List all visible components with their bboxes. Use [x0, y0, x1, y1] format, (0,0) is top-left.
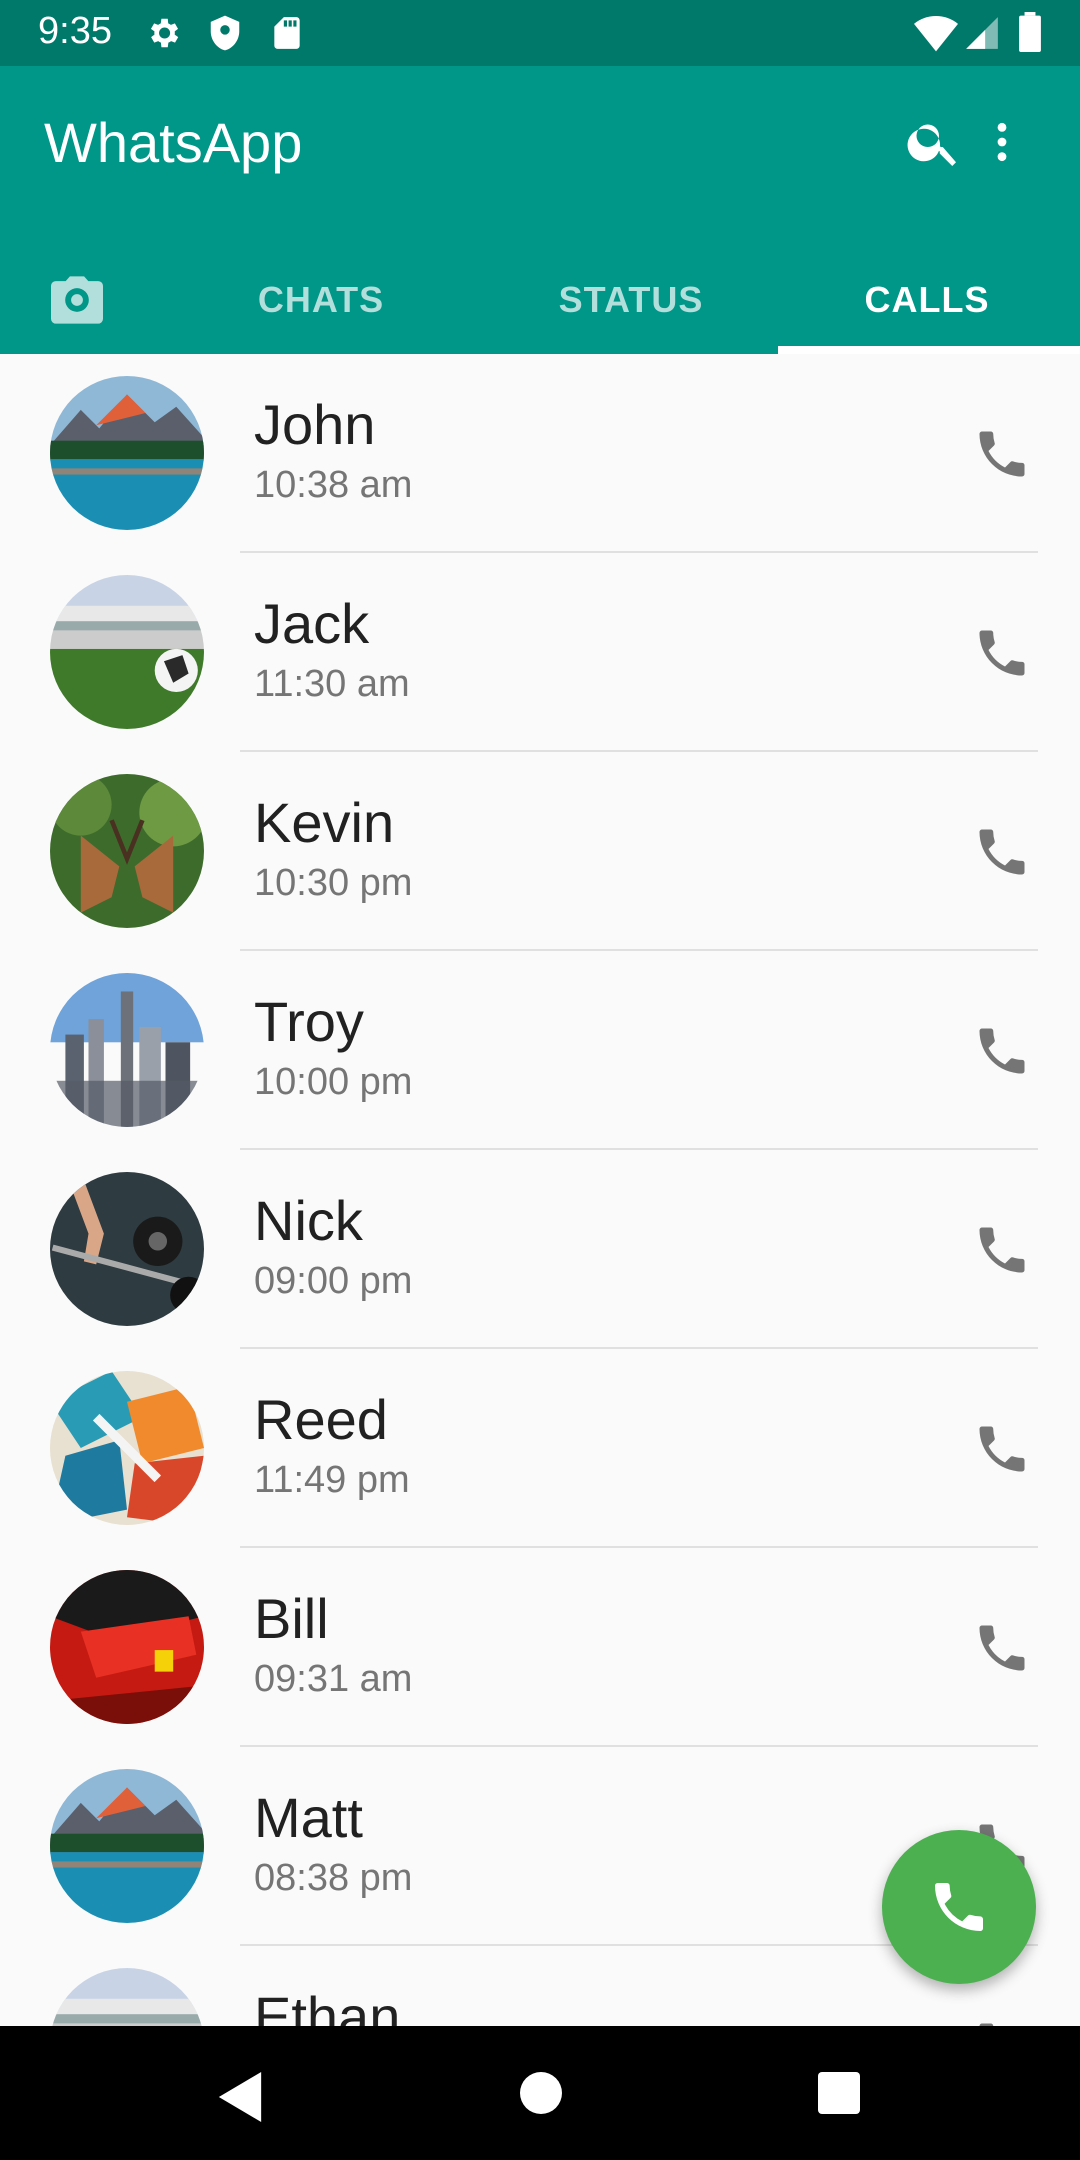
- tab-camera[interactable]: [0, 246, 154, 354]
- home-icon[interactable]: [520, 2072, 562, 2114]
- call-time: 10:00 pm: [254, 1061, 413, 1103]
- call-row[interactable]: Jack 11:30 am: [0, 553, 1080, 752]
- tab-bar: CHATS STATUS CALLS: [0, 246, 1080, 354]
- avatar[interactable]: [50, 575, 204, 729]
- search-icon[interactable]: [904, 112, 964, 172]
- phone-icon[interactable]: [972, 1220, 1032, 1280]
- app-bar: WhatsApp CHATS STATUS CALLS: [0, 66, 1080, 354]
- contact-name: Matt: [254, 1786, 363, 1849]
- avatar[interactable]: [50, 1968, 204, 2026]
- status-time: 9:35: [38, 10, 112, 52]
- back-icon[interactable]: [218, 2072, 262, 2122]
- camera-icon: [51, 276, 103, 324]
- call-time: 09:31 am: [254, 1658, 413, 1700]
- contact-name: Kevin: [254, 791, 395, 854]
- call-row[interactable]: Reed 11:49 pm: [0, 1349, 1080, 1548]
- phone-icon[interactable]: [972, 424, 1032, 484]
- contact-name: Ethan: [254, 1985, 401, 2026]
- avatar[interactable]: [50, 973, 204, 1127]
- signal-icon: [966, 17, 998, 49]
- call-row[interactable]: Bill 09:31 am: [0, 1548, 1080, 1747]
- avatar[interactable]: [50, 1769, 204, 1923]
- avatar[interactable]: [50, 1172, 204, 1326]
- call-time: 10:38 am: [254, 464, 413, 506]
- phone-icon[interactable]: [972, 2016, 1032, 2026]
- avatar[interactable]: [50, 1570, 204, 1724]
- more-vert-icon[interactable]: [980, 112, 1024, 172]
- call-time: 11:30 am: [254, 663, 410, 705]
- contact-name: Jack: [254, 592, 370, 655]
- phone-icon[interactable]: [972, 1021, 1032, 1081]
- contact-name: Reed: [254, 1388, 388, 1451]
- calls-list[interactable]: John 10:38 am Jack 11:30 am Kevin 10:30 …: [0, 354, 1080, 2026]
- call-time: 08:38 pm: [254, 1857, 413, 1899]
- recents-icon[interactable]: [818, 2072, 860, 2114]
- avatar[interactable]: [50, 774, 204, 928]
- gear-icon: [150, 18, 179, 48]
- call-time: 09:00 pm: [254, 1260, 413, 1302]
- phone-icon: [935, 1883, 983, 1931]
- phone-icon[interactable]: [972, 1419, 1032, 1479]
- call-row[interactable]: John 10:38 am: [0, 354, 1080, 553]
- call-row[interactable]: Troy 10:00 pm: [0, 951, 1080, 1150]
- navigation-bar: [0, 2026, 1080, 2160]
- contact-name: Nick: [254, 1189, 363, 1252]
- contact-name: John: [254, 393, 376, 456]
- tab-status[interactable]: STATUS: [488, 246, 774, 354]
- sd-card-icon: [274, 17, 300, 49]
- avatar[interactable]: [50, 376, 204, 530]
- tab-indicator: [778, 346, 1080, 354]
- call-row[interactable]: Kevin 10:30 pm: [0, 752, 1080, 951]
- call-row[interactable]: Nick 09:00 pm: [0, 1150, 1080, 1349]
- contact-name: Troy: [254, 990, 364, 1053]
- phone-icon[interactable]: [972, 623, 1032, 683]
- phone-icon[interactable]: [972, 822, 1032, 882]
- call-time: 10:30 pm: [254, 862, 413, 904]
- battery-icon: [1019, 12, 1041, 52]
- contact-name: Bill: [254, 1587, 329, 1650]
- wifi-icon: [914, 16, 958, 52]
- tab-calls[interactable]: CALLS: [774, 246, 1080, 354]
- app-title: WhatsApp: [44, 111, 303, 174]
- tab-chats[interactable]: CHATS: [154, 246, 488, 354]
- shield-icon: [210, 15, 240, 51]
- status-bar: 9:35: [0, 0, 1080, 66]
- phone-icon[interactable]: [972, 1618, 1032, 1678]
- avatar[interactable]: [50, 1371, 204, 1525]
- new-call-fab[interactable]: [882, 1830, 1036, 1984]
- call-time: 11:49 pm: [254, 1459, 410, 1501]
